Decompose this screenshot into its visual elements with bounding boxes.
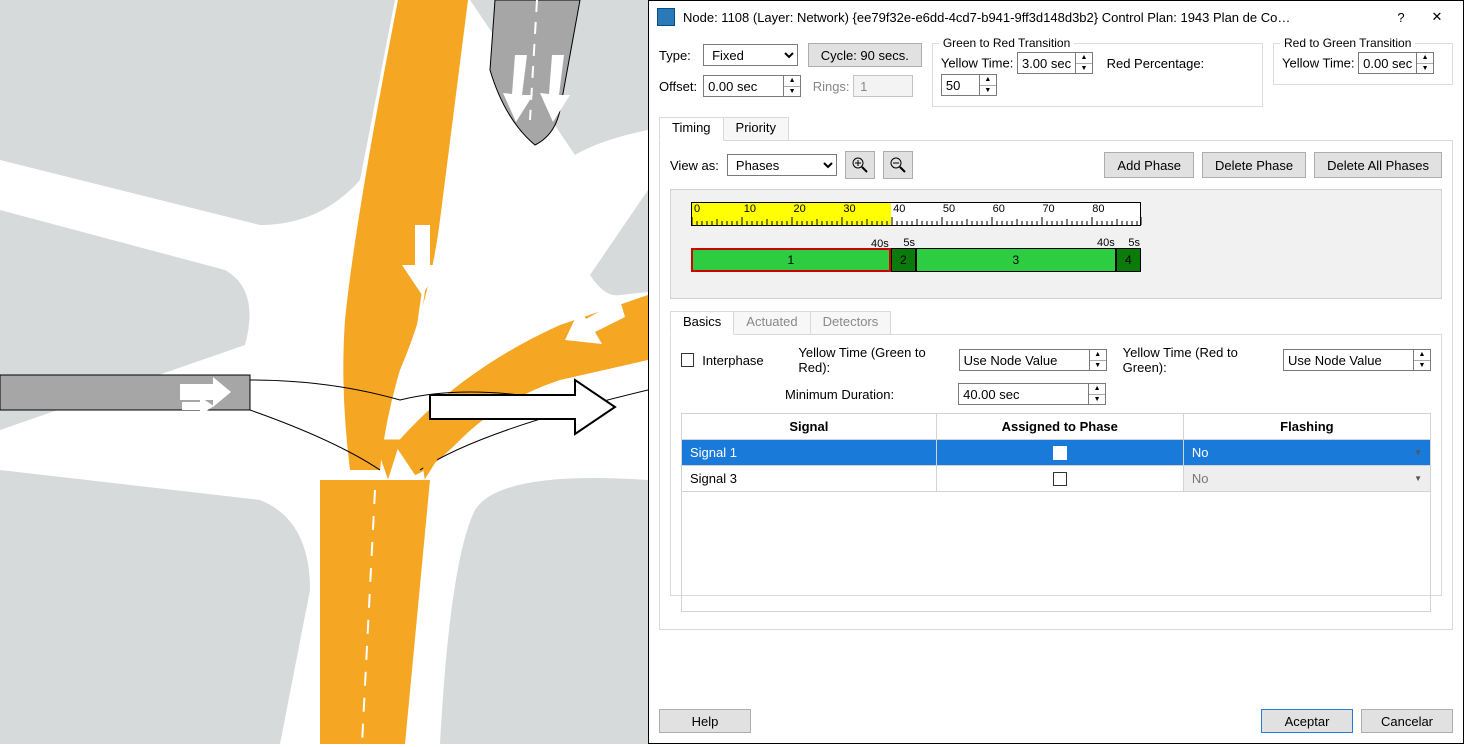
tick-label: 10 [742, 203, 756, 215]
interphase-checkbox[interactable] [681, 353, 694, 367]
window-title: Node: 1108 (Layer: Network) {ee79f32e-e6… [683, 10, 1383, 25]
min-dur-label: Minimum Duration: [785, 387, 894, 402]
rings-value: 1 [853, 75, 913, 97]
g2r-redpct-input[interactable]: ▲▼ [941, 74, 997, 96]
col-assigned: Assigned to Phase [936, 414, 1183, 440]
map-svg [0, 0, 648, 744]
r2g-yellow-label: Yellow Time: [1282, 56, 1355, 71]
phase-bar-3[interactable]: 340s [916, 248, 1116, 272]
chevron-down-icon: ▼ [1414, 474, 1422, 483]
g2r-title: Green to Red Transition [939, 36, 1074, 50]
accept-button[interactable]: Aceptar [1261, 709, 1353, 733]
subtab-actuated[interactable]: Actuated [733, 311, 810, 335]
tab-priority[interactable]: Priority [723, 117, 789, 141]
type-label: Type: [659, 48, 697, 63]
yt-r2g-input[interactable]: ▲▼ [1283, 349, 1431, 371]
tick-label: 40 [891, 203, 905, 215]
signal-cell: Signal 1 [682, 440, 937, 466]
zoom-out-icon[interactable] [883, 151, 913, 179]
intersection-map [0, 0, 648, 744]
phase-bar-1[interactable]: 140s [691, 248, 891, 272]
table-row[interactable]: Signal 3 No▼ [682, 466, 1431, 492]
yt-r2g-label: Yellow Time (Red to Green): [1123, 345, 1275, 375]
phase-bar-2[interactable]: 25s [891, 248, 916, 272]
tick-label: 60 [991, 203, 1005, 215]
help-titlebar-button[interactable]: ? [1383, 5, 1419, 29]
subtab-detectors[interactable]: Detectors [810, 311, 892, 335]
tick-label: 0 [692, 203, 700, 215]
assigned-checkbox[interactable] [1053, 472, 1067, 486]
flashing-cell[interactable]: No▼ [1183, 466, 1430, 492]
type-select[interactable]: Fixed [703, 44, 798, 66]
phase-duration-label: 40s [871, 238, 889, 250]
flashing-cell[interactable]: No▼ [1183, 440, 1430, 466]
offset-input[interactable]: ▲▼ [703, 75, 801, 97]
help-button[interactable]: Help [659, 709, 751, 733]
tick-label: 70 [1040, 203, 1054, 215]
g2r-yellow-label: Yellow Time: [941, 56, 1014, 71]
col-signal: Signal [682, 414, 937, 440]
tab-timing[interactable]: Timing [659, 117, 724, 141]
delete-phase-button[interactable]: Delete Phase [1202, 152, 1306, 178]
view-as-select[interactable]: Phases [727, 154, 837, 176]
min-dur-input[interactable]: ▲▼ [958, 383, 1106, 405]
g2r-redpct-label: Red Percentage: [1107, 56, 1205, 71]
table-row[interactable]: Signal 1 No▼ [682, 440, 1431, 466]
tick-label: 20 [792, 203, 806, 215]
cancel-button[interactable]: Cancelar [1361, 709, 1453, 733]
timeline-ruler[interactable]: 0 10 20 30 40 50 60 70 80 [691, 202, 1141, 226]
phase-duration-label: 5s [1128, 237, 1140, 249]
r2g-yellow-input[interactable]: ▲▼ [1358, 52, 1434, 74]
yt-g2r-label: Yellow Time (Green to Red): [798, 345, 950, 375]
chevron-down-icon: ▼ [1414, 448, 1422, 457]
tick-label: 50 [941, 203, 955, 215]
delete-all-phases-button[interactable]: Delete All Phases [1314, 152, 1442, 178]
green-to-red-group: Green to Red Transition Yellow Time: ▲▼ … [932, 43, 1263, 107]
phase-duration-label: 40s [1097, 237, 1115, 249]
phase-duration-label: 5s [903, 237, 915, 249]
red-to-green-group: Red to Green Transition Yellow Time: ▲▼ [1273, 43, 1453, 85]
subtab-basics[interactable]: Basics [670, 311, 734, 335]
add-phase-button[interactable]: Add Phase [1104, 152, 1194, 178]
rings-label: Rings: [813, 79, 850, 94]
tick-label: 80 [1090, 203, 1104, 215]
offset-label: Offset: [659, 79, 697, 94]
cycle-button[interactable]: Cycle: 90 secs. [808, 43, 922, 67]
g2r-yellow-input[interactable]: ▲▼ [1017, 52, 1093, 74]
signal-table: Signal Assigned to Phase Flashing Signal… [681, 413, 1431, 492]
signal-cell: Signal 3 [682, 466, 937, 492]
chevron-down-icon[interactable]: ▼ [784, 87, 800, 97]
assigned-checkbox[interactable] [1053, 446, 1067, 460]
titlebar: Node: 1108 (Layer: Network) {ee79f32e-e6… [649, 1, 1463, 33]
tick-label: 30 [841, 203, 855, 215]
app-icon [657, 8, 675, 26]
phase-bar-4[interactable]: 45s [1116, 248, 1141, 272]
interphase-label: Interphase [702, 353, 763, 368]
control-plan-dialog: Node: 1108 (Layer: Network) {ee79f32e-e6… [648, 0, 1464, 744]
r2g-title: Red to Green Transition [1280, 36, 1415, 50]
yt-g2r-input[interactable]: ▲▼ [959, 349, 1107, 371]
chevron-up-icon[interactable]: ▲ [784, 76, 800, 87]
close-icon[interactable]: ✕ [1419, 5, 1455, 29]
timeline-panel: 0 10 20 30 40 50 60 70 80 140s25s340s45s [670, 189, 1442, 299]
zoom-in-icon[interactable] [845, 151, 875, 179]
view-as-label: View as: [670, 158, 719, 173]
col-flashing: Flashing [1183, 414, 1430, 440]
